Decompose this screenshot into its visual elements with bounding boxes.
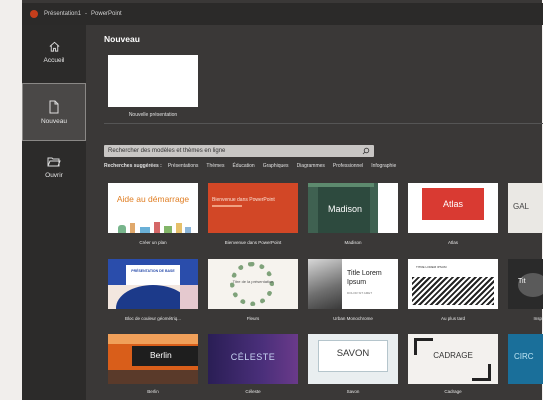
template-thumbnail-atlas[interactable]: Atlas [408,183,498,233]
template-thumbnail-madison[interactable]: Madison [308,183,398,233]
folder-open-icon [47,157,61,167]
blank-presentation-label: Nouvelle présentation [128,112,178,118]
template-title: Aide au démarrage [116,194,190,204]
decoration [308,183,374,187]
nav-home-label: Accueil [43,57,65,64]
template-thumbnail-savon[interactable]: SAVON [308,334,398,384]
decoration [108,370,198,384]
template-label: Fleurs [246,316,260,321]
template-thumbnail-cadrage[interactable]: CADRAGE [408,334,498,384]
page-title: Nouveau [104,34,140,44]
decoration [180,285,198,309]
suggestion-diagrams[interactable]: Diagrammes [297,163,325,169]
suggestion-education[interactable]: Éducation [232,163,254,169]
decoration [116,285,190,309]
template-label: Cadrage [444,389,462,394]
decoration [308,259,342,309]
template-title: CIRC [514,352,534,361]
nav-open-label: Ouvrir [45,172,63,179]
decoration [472,364,491,381]
template-label: Inspi [533,316,543,321]
template-thumbnail-geometric[interactable]: PRÉSENTATION DE BASE [108,259,198,309]
template-thumbnail-flowers[interactable]: Titre de la présentation [208,259,298,309]
decoration [308,183,318,233]
template-thumbnail-welcome[interactable]: Bienvenue dans PowerPoint [208,183,298,233]
template-thumbnail-urban-monochrome[interactable]: Title Lorem Ipsum DOLOR SIT AMET [308,259,398,309]
suggestion-themes[interactable]: Thèmes [206,163,224,169]
template-label: Urban Monochrome [333,316,373,321]
decoration [518,273,543,297]
decoration [108,334,198,344]
suggested-searches: Recherches suggérées : Présentations Thè… [104,163,404,169]
template-title: Berlin [150,350,172,360]
template-title: Titre de la présentation [232,279,274,284]
template-thumbnail-berlin[interactable]: Berlin [108,334,198,384]
template-title: GAL [513,202,530,211]
nav-new-label: Nouveau [40,117,68,125]
search-input[interactable]: Rechercher des modèles et thèmes en lign… [104,148,225,154]
nav-open[interactable]: Ouvrir [22,156,86,186]
template-title: TITRE LOREM IPSUM [416,265,447,269]
template-thumbnail-create-outline[interactable]: Aide au démarrage [108,183,198,233]
home-icon [49,41,59,52]
new-document-icon [49,100,59,113]
template-title: Atlas [442,199,463,209]
decoration [412,277,494,305]
divider [104,123,543,124]
template-label: Berlin [147,389,159,394]
template-label: Madison [344,240,362,245]
powerpoint-logo-icon [30,10,38,18]
main-panel: Nouveau Nouvelle présentation Rechercher… [86,25,543,400]
app-name: PowerPoint [91,11,122,17]
template-subtitle: DOLOR SIT AMET [347,291,373,295]
nav-home[interactable]: Accueil [22,40,86,78]
template-label: Céleste [245,389,261,394]
template-thumbnail-inspiration[interactable]: Tit [508,259,543,309]
template-title: PRÉSENTATION DE BASE [131,269,175,273]
template-label: Savon [346,389,360,394]
template-label: Bloc de couleur géométriq... [124,316,182,321]
template-thumbnail-au-plus-tard[interactable]: TITRE LOREM IPSUM [408,259,498,309]
template-title: Madison [328,204,363,214]
decoration [212,205,242,207]
document-name: Présentation1 [44,11,82,17]
template-thumbnail-circuit[interactable]: CIRC [508,334,543,384]
suggested-searches-label: Recherches suggérées : [104,163,162,169]
backstage-sidebar: Accueil Nouveau Ouvrir [22,25,86,400]
template-title: Tit [518,278,526,285]
decoration [378,183,398,233]
template-title: CADRAGE [433,351,473,360]
template-title: Bienvenue dans PowerPoint [212,197,275,203]
template-title: SAVON [336,348,370,359]
template-label: Au plus tard [440,316,465,321]
suggestion-charts[interactable]: Graphiques [263,163,289,169]
template-search-box[interactable]: Rechercher des modèles et thèmes en lign… [104,145,374,157]
title-separator: - [85,11,88,17]
blank-presentation-thumbnail[interactable] [108,55,198,107]
decoration [126,265,180,285]
search-icon[interactable] [362,147,370,155]
template-title: CÉLESTE [230,352,276,362]
title-bar: Présentation1 - PowerPoint [22,3,543,25]
template-label: Bienvenue dans PowerPoint [224,240,282,245]
suggestion-presentations[interactable]: Présentations [168,163,199,169]
template-thumbnail-celeste[interactable]: CÉLESTE [208,334,298,384]
nav-new[interactable]: Nouveau [22,83,86,141]
suggestion-professional[interactable]: Professionnel [333,163,363,169]
landmarks-illustration [114,221,192,233]
decoration [370,183,378,233]
template-label: Créer un plan [139,240,167,245]
decoration [230,262,274,306]
background-strip [0,0,22,400]
template-label: Atlas [447,240,458,245]
suggestion-infographic[interactable]: Infographie [371,163,396,169]
template-title: Title Lorem Ipsum [347,270,382,286]
template-thumbnail-gallery[interactable]: GAL [508,183,543,233]
